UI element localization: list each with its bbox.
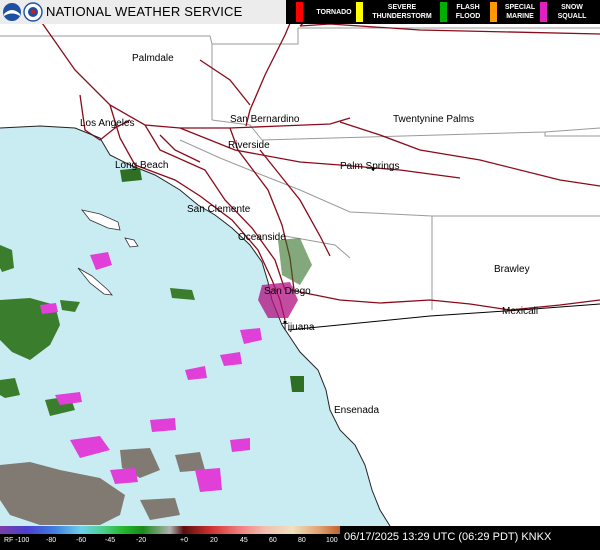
city-label-san-diego: San Diego [264, 286, 311, 297]
legend-tornado: TORNADO [296, 0, 360, 24]
scale-tick-label: -80 [46, 537, 57, 544]
legend-flash-flood: FLASH FLOOD [440, 0, 488, 24]
reflectivity-scale [0, 526, 340, 534]
scale-tick-label: RF -100 [4, 537, 30, 544]
page-title: NATIONAL WEATHER SERVICE [46, 4, 243, 19]
legend-label: SEVERE THUNDERSTORM [372, 4, 432, 20]
city-label-mexicali: Mexicali [502, 306, 539, 317]
legend-swatch [356, 2, 363, 22]
scale-tick-label: -20 [136, 537, 147, 544]
scale-tick-label: +0 [180, 537, 188, 544]
city-label-palmdale: Palmdale [132, 53, 174, 64]
scale-tick-label: 20 [210, 537, 218, 544]
nws-logo-icon [23, 2, 43, 22]
scale-tick-label: 45 [240, 537, 248, 544]
legend-label: SNOW SQUALL [557, 4, 587, 20]
city-label-brawley: Brawley [494, 264, 530, 275]
timestamp: 06/17/2025 13:29 UTC (06:29 PDT) KNKX [344, 531, 552, 543]
noaa-logo-icon [3, 3, 21, 21]
legend-swatch [296, 2, 303, 22]
radar-map[interactable] [0, 0, 600, 550]
legend-swatch [540, 2, 547, 22]
legend-swatch [490, 2, 497, 22]
legend-snow-squall: SNOW SQUALL [540, 0, 596, 24]
scale-tick-label: 80 [298, 537, 306, 544]
legend-label: TORNADO [316, 9, 352, 16]
city-label-ensenada: Ensenada [334, 405, 380, 416]
city-label-palm-springs: Palm Springs [340, 161, 400, 172]
legend-label: SPECIAL MARINE [504, 4, 536, 20]
city-label-san-clemente: San Clemente [187, 204, 251, 215]
city-label-tijuana: Tijuana [282, 322, 315, 333]
city-label-riverside: Riverside [228, 140, 270, 151]
city-label-oceanside: Oceanside [238, 232, 286, 243]
city-label-long-beach: Long Beach [115, 160, 169, 171]
city-label-los-angeles: Los Angeles [80, 118, 135, 129]
legend-special-marine: SPECIAL MARINE [490, 0, 544, 24]
warning-legend: TORNADO SEVERE THUNDERSTORM FLASH FLOOD … [286, 0, 600, 24]
scale-tick-label: -60 [76, 537, 87, 544]
legend-swatch [440, 2, 447, 22]
international-border [287, 303, 600, 331]
scale-tick-label: -45 [105, 537, 116, 544]
scale-tick-label: 60 [269, 537, 277, 544]
city-label-san-bernardino: San Bernardino [230, 114, 300, 125]
footer-bar: RF -100 -80 -60 -45 -20 +0 20 45 60 80 1… [0, 526, 600, 550]
legend-severe-thunderstorm: SEVERE THUNDERSTORM [356, 0, 436, 24]
scale-tick-label: 100 [326, 537, 338, 544]
city-label-twentynine-palms: Twentynine Palms [393, 114, 475, 125]
legend-label: FLASH FLOOD [455, 4, 481, 20]
agency-logos [3, 2, 43, 22]
